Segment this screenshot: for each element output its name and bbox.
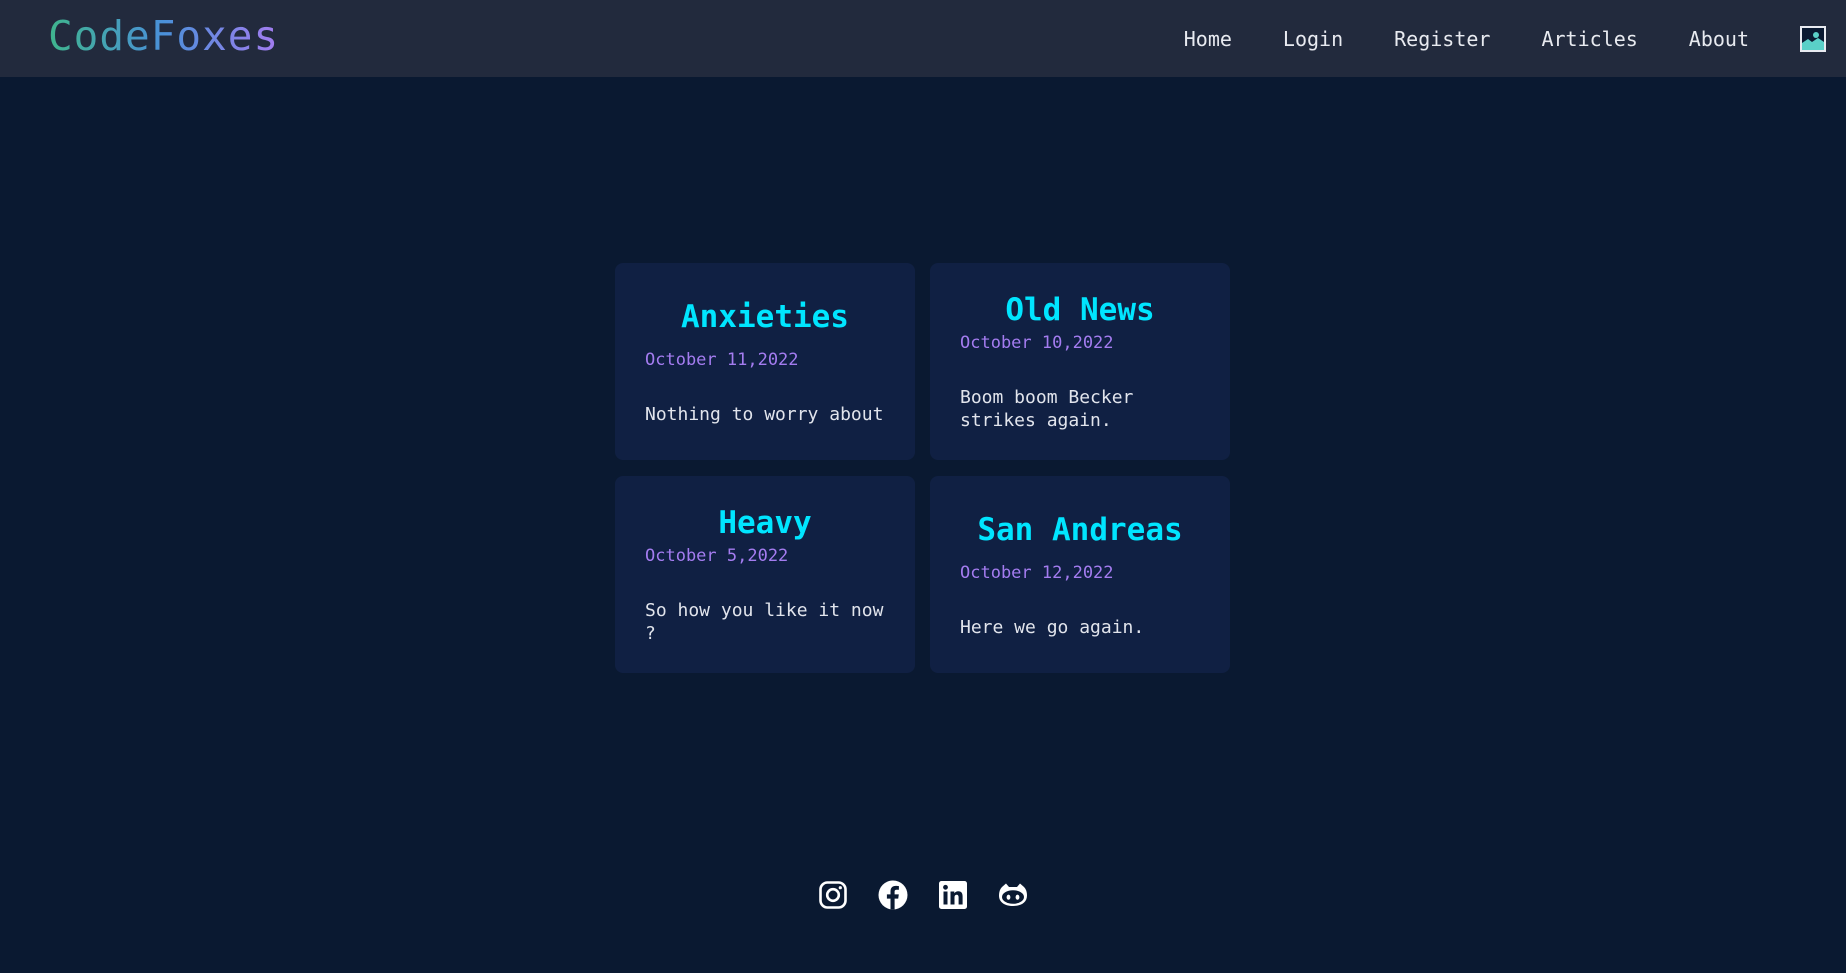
article-title: Anxieties xyxy=(681,298,849,335)
article-card[interactable]: Anxieties October 11,2022 Nothing to wor… xyxy=(615,263,915,460)
site-logo[interactable]: CodeFoxes xyxy=(48,10,279,62)
nav-register[interactable]: Register xyxy=(1394,27,1490,51)
article-date: October 12,2022 xyxy=(960,562,1114,583)
article-excerpt: So how you like it now ? xyxy=(645,600,884,644)
nav-links: Home Login Register Articles About xyxy=(1184,0,1846,77)
github-icon[interactable] xyxy=(998,880,1028,910)
nav-home[interactable]: Home xyxy=(1184,27,1232,51)
article-date: October 10,2022 xyxy=(960,333,1114,353)
nav-login[interactable]: Login xyxy=(1283,27,1343,51)
article-card[interactable]: Heavy October 5,2022 So how you like it … xyxy=(615,476,915,673)
nav-about[interactable]: About xyxy=(1689,27,1749,51)
article-title: San Andreas xyxy=(977,511,1183,548)
articles-grid: Anxieties October 11,2022 Nothing to wor… xyxy=(615,263,1230,673)
top-navbar: CodeFoxes Home Login Register Articles A… xyxy=(0,0,1846,77)
linkedin-icon[interactable] xyxy=(938,880,968,910)
article-card[interactable]: Old News October 10,2022 Boom boom Becke… xyxy=(930,263,1230,460)
article-title: Heavy xyxy=(718,505,812,541)
article-date: October 5,2022 xyxy=(645,546,789,566)
article-card[interactable]: San Andreas October 12,2022 Here we go a… xyxy=(930,476,1230,673)
article-excerpt: Here we go again. xyxy=(960,616,1145,638)
nav-articles[interactable]: Articles xyxy=(1541,27,1637,51)
instagram-icon[interactable] xyxy=(818,880,848,910)
article-title: Old News xyxy=(1005,292,1155,328)
facebook-icon[interactable] xyxy=(878,880,908,910)
footer-socials xyxy=(0,880,1846,910)
image-icon[interactable] xyxy=(1800,25,1826,52)
article-excerpt: Boom boom Becker strikes again. xyxy=(960,387,1134,431)
article-excerpt: Nothing to worry about xyxy=(645,403,884,425)
article-date: October 11,2022 xyxy=(645,349,799,370)
